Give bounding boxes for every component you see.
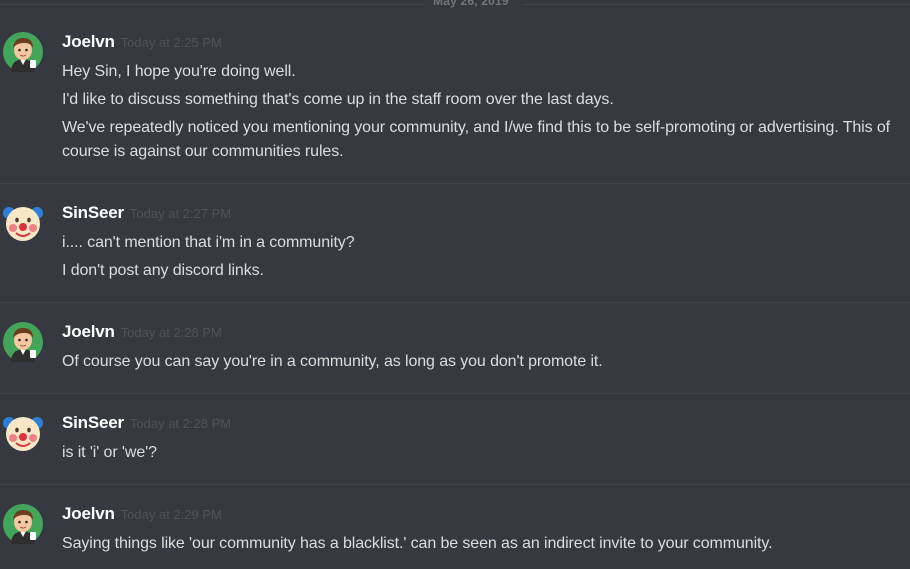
joelvn-avatar-icon[interactable]	[3, 504, 43, 544]
message-header: Joelvn Today at 2:29 PM	[62, 504, 222, 526]
message-text: We've repeatedly noticed you mentioning …	[62, 119, 891, 160]
clown-avatar-icon[interactable]	[3, 203, 43, 243]
message-text: Hey Sin, I hope you're doing well.	[62, 63, 296, 80]
username[interactable]: Joelvn	[62, 32, 115, 51]
username[interactable]: SinSeer	[62, 413, 124, 432]
message-text: is it 'i' or 'we'?	[62, 444, 157, 461]
date-divider: May 26, 2019	[0, 0, 910, 12]
joelvn-avatar-icon[interactable]	[3, 322, 43, 362]
divider-line-left	[0, 4, 423, 5]
timestamp: Today at 2:29 PM	[120, 507, 222, 522]
clown-avatar-icon[interactable]	[3, 413, 43, 453]
message-header: SinSeer Today at 2:27 PM	[62, 203, 231, 225]
message-text: i.... can't mention that i'm in a commun…	[62, 234, 355, 251]
message-header: Joelvn Today at 2:25 PM	[62, 32, 222, 54]
message-text: Of course you can say you're in a commun…	[62, 353, 603, 370]
date-divider-label: May 26, 2019	[433, 0, 509, 8]
timestamp: Today at 2:28 PM	[129, 416, 232, 431]
timestamp: Today at 2:28 PM	[120, 325, 222, 340]
username[interactable]: SinSeer	[62, 203, 124, 222]
message-text: I don't post any discord links.	[62, 262, 264, 279]
message-header: Joelvn Today at 2:28 PM	[62, 322, 222, 344]
message-separator	[0, 484, 910, 485]
timestamp: Today at 2:25 PM	[120, 35, 222, 50]
username[interactable]: Joelvn	[62, 322, 115, 341]
message-separator	[0, 393, 910, 394]
divider-line-right	[522, 4, 910, 5]
message-separator	[0, 183, 910, 184]
message-text: Saying things like 'our community has a …	[62, 535, 773, 552]
message-text: I'd like to discuss something that's com…	[62, 91, 614, 108]
message-header: SinSeer Today at 2:28 PM	[62, 413, 231, 435]
joelvn-avatar-icon[interactable]	[3, 32, 43, 72]
username[interactable]: Joelvn	[62, 504, 115, 523]
timestamp: Today at 2:27 PM	[129, 206, 232, 221]
message-separator	[0, 302, 910, 303]
